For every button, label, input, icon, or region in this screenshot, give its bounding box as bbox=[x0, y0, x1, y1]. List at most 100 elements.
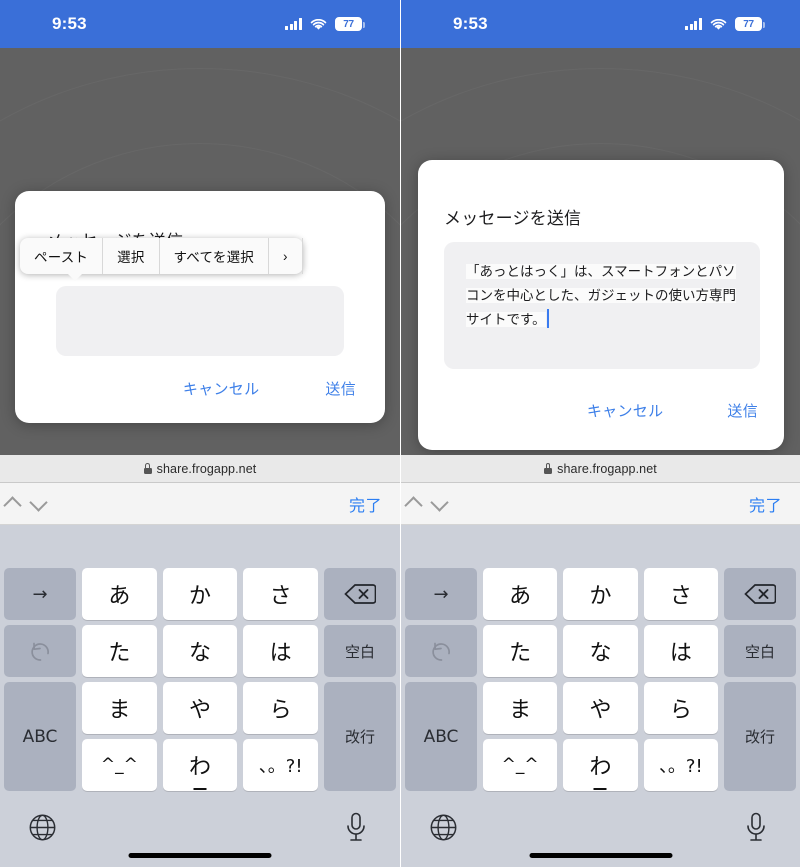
dialog-actions: キャンセル 送信 bbox=[418, 400, 758, 421]
cellular-signal-icon bbox=[685, 18, 702, 30]
key-ya[interactable]: や bbox=[563, 682, 638, 734]
key-cursor-right[interactable]: → bbox=[405, 568, 477, 620]
key-ka[interactable]: か bbox=[162, 568, 238, 620]
chevron-up-icon[interactable] bbox=[0, 491, 26, 517]
keyboard-grid: → あ か さ た な は 空白 ABC ま や ら 改行 ^_^ わ 、。?! bbox=[4, 568, 396, 791]
chevron-down-icon[interactable] bbox=[26, 491, 52, 517]
screenshot-panel-right: 9:53 77 メッセージを送信 「あっとはっく」は、スマートフォンとパソコンを… bbox=[400, 0, 800, 867]
key-emoticon[interactable]: ^_^ bbox=[82, 739, 157, 791]
wifi-icon bbox=[710, 18, 727, 30]
edit-context-menu: ペースト 選択 すべてを選択 › bbox=[20, 238, 303, 281]
text-caret bbox=[546, 309, 549, 328]
undo-icon bbox=[431, 642, 450, 661]
url-text: share.frogapp.net bbox=[557, 461, 657, 476]
cellular-signal-icon bbox=[285, 18, 302, 30]
japanese-kana-keyboard: → あ か さ た な は 空白 ABC ま や ら 改行 ^_^ わ 、。?! bbox=[0, 525, 400, 867]
key-punctuation[interactable]: 、。?! bbox=[643, 739, 718, 791]
battery-percent-label: 77 bbox=[343, 18, 354, 30]
key-wa-label: わ bbox=[189, 749, 211, 781]
send-button[interactable]: 送信 bbox=[325, 378, 356, 399]
context-menu-item-paste[interactable]: ペースト bbox=[20, 238, 104, 274]
home-indicator bbox=[529, 853, 672, 858]
status-time: 9:53 bbox=[453, 14, 488, 33]
browser-url-bar[interactable]: share.frogapp.net bbox=[401, 455, 800, 483]
battery-icon: 77 bbox=[735, 17, 765, 31]
key-delete[interactable] bbox=[724, 568, 796, 620]
send-message-dialog: メッセージを送信 「あっとはっく」は、スマートフォンとパソコンを中心とした、ガジ… bbox=[418, 160, 784, 450]
microphone-icon[interactable] bbox=[344, 812, 368, 843]
done-button[interactable]: 完了 bbox=[749, 492, 782, 516]
key-wa[interactable]: わ bbox=[563, 739, 638, 791]
key-space[interactable]: 空白 bbox=[724, 625, 796, 677]
key-punctuation[interactable]: 、。?! bbox=[243, 739, 318, 791]
status-bar: 9:53 77 bbox=[0, 0, 400, 48]
key-ha[interactable]: は bbox=[643, 625, 718, 677]
keyboard-accessory-bar: 完了 bbox=[401, 483, 800, 525]
key-na[interactable]: な bbox=[162, 625, 238, 677]
key-ta[interactable]: た bbox=[82, 625, 157, 677]
globe-icon[interactable] bbox=[28, 813, 57, 842]
key-wa-label: わ bbox=[589, 749, 611, 781]
key-ma[interactable]: ま bbox=[82, 682, 157, 734]
key-abc[interactable]: ABC bbox=[4, 682, 76, 791]
lock-icon bbox=[544, 463, 553, 474]
key-return[interactable]: 改行 bbox=[323, 682, 396, 791]
keyboard-bottom-row bbox=[401, 805, 800, 867]
key-na[interactable]: な bbox=[563, 625, 638, 677]
chevron-down-icon[interactable] bbox=[427, 491, 453, 517]
backspace-icon bbox=[344, 584, 376, 604]
send-button[interactable]: 送信 bbox=[727, 400, 758, 421]
chevron-up-icon[interactable] bbox=[401, 491, 427, 517]
screenshot-panel-left: 9:53 77 キャンセル 送信 ペースト 選択 すべてを選択 › share.… bbox=[0, 0, 400, 867]
keyboard-grid: → あ か さ た な は 空白 ABC ま や ら 改行 ^_^ わ 、。?! bbox=[405, 568, 796, 791]
message-input-filled[interactable]: 「あっとはっく」は、スマートフォンとパソコンを中心とした、ガジェットの使い方専門… bbox=[444, 242, 760, 369]
status-icons: 77 bbox=[285, 17, 365, 31]
send-message-dialog: メッセージを送信 キャンセル 送信 bbox=[15, 191, 385, 423]
key-sa[interactable]: さ bbox=[243, 568, 318, 620]
status-time: 9:53 bbox=[52, 14, 87, 33]
chevron-right-icon[interactable]: › bbox=[269, 238, 303, 274]
dual-screenshot-container: 9:53 77 キャンセル 送信 ペースト 選択 すべてを選択 › share.… bbox=[0, 0, 800, 867]
battery-percent-label: 77 bbox=[743, 18, 754, 30]
status-bar: 9:53 77 bbox=[401, 0, 800, 48]
key-space[interactable]: 空白 bbox=[323, 625, 396, 677]
message-input-value-wrap: 「あっとはっく」は、スマートフォンとパソコンを中心とした、ガジェットの使い方専門… bbox=[466, 260, 738, 332]
key-a[interactable]: あ bbox=[82, 568, 157, 620]
url-text: share.frogapp.net bbox=[156, 461, 257, 476]
globe-icon[interactable] bbox=[429, 813, 458, 842]
key-cursor-right[interactable]: → bbox=[4, 568, 76, 620]
key-emoticon[interactable]: ^_^ bbox=[483, 739, 558, 791]
lock-icon bbox=[143, 463, 152, 474]
undo-icon bbox=[30, 642, 49, 661]
cancel-button[interactable]: キャンセル bbox=[183, 378, 260, 399]
key-ra[interactable]: ら bbox=[243, 682, 318, 734]
message-input-empty[interactable] bbox=[56, 286, 344, 356]
cancel-button[interactable]: キャンセル bbox=[587, 400, 664, 421]
key-return[interactable]: 改行 bbox=[724, 682, 796, 791]
key-undo[interactable] bbox=[4, 625, 76, 677]
keyboard-accessory-bar: 完了 bbox=[0, 483, 400, 525]
key-abc[interactable]: ABC bbox=[405, 682, 477, 791]
key-ya[interactable]: や bbox=[162, 682, 238, 734]
key-delete[interactable] bbox=[323, 568, 396, 620]
key-ha[interactable]: は bbox=[243, 625, 318, 677]
key-ka[interactable]: か bbox=[563, 568, 638, 620]
dimmed-page-overlay: メッセージを送信 キャンセル 送信 ペースト 選択 すべてを選択 › bbox=[0, 48, 400, 455]
key-undo[interactable] bbox=[405, 625, 477, 677]
key-ta[interactable]: た bbox=[483, 625, 558, 677]
microphone-icon[interactable] bbox=[744, 812, 768, 843]
status-icons: 77 bbox=[685, 17, 765, 31]
context-menu-item-select-all[interactable]: すべてを選択 bbox=[160, 238, 269, 274]
home-indicator bbox=[128, 853, 272, 858]
wifi-icon bbox=[310, 18, 327, 30]
key-wa[interactable]: わ bbox=[162, 739, 238, 791]
dialog-actions: キャンセル 送信 bbox=[15, 378, 356, 399]
context-menu-item-select[interactable]: 選択 bbox=[103, 238, 160, 274]
key-sa[interactable]: さ bbox=[643, 568, 718, 620]
browser-url-bar[interactable]: share.frogapp.net bbox=[0, 455, 400, 483]
done-button[interactable]: 完了 bbox=[349, 492, 382, 516]
key-a[interactable]: あ bbox=[483, 568, 558, 620]
battery-icon: 77 bbox=[335, 17, 365, 31]
key-ra[interactable]: ら bbox=[643, 682, 718, 734]
key-ma[interactable]: ま bbox=[483, 682, 558, 734]
